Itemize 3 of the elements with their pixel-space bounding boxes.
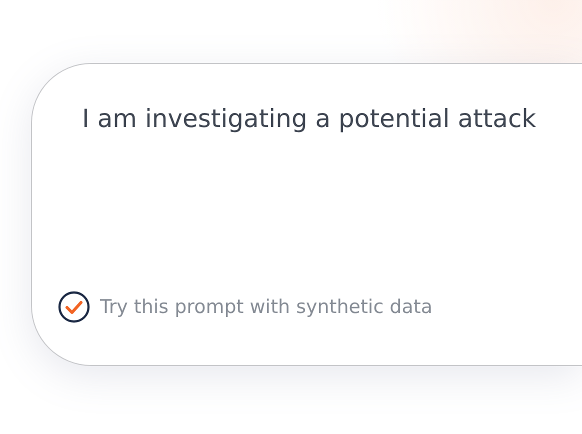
prompt-text: I am investigating a potential attack xyxy=(82,104,538,133)
checkbox-label: Try this prompt with synthetic data xyxy=(100,296,432,318)
checkbox[interactable] xyxy=(58,291,90,323)
